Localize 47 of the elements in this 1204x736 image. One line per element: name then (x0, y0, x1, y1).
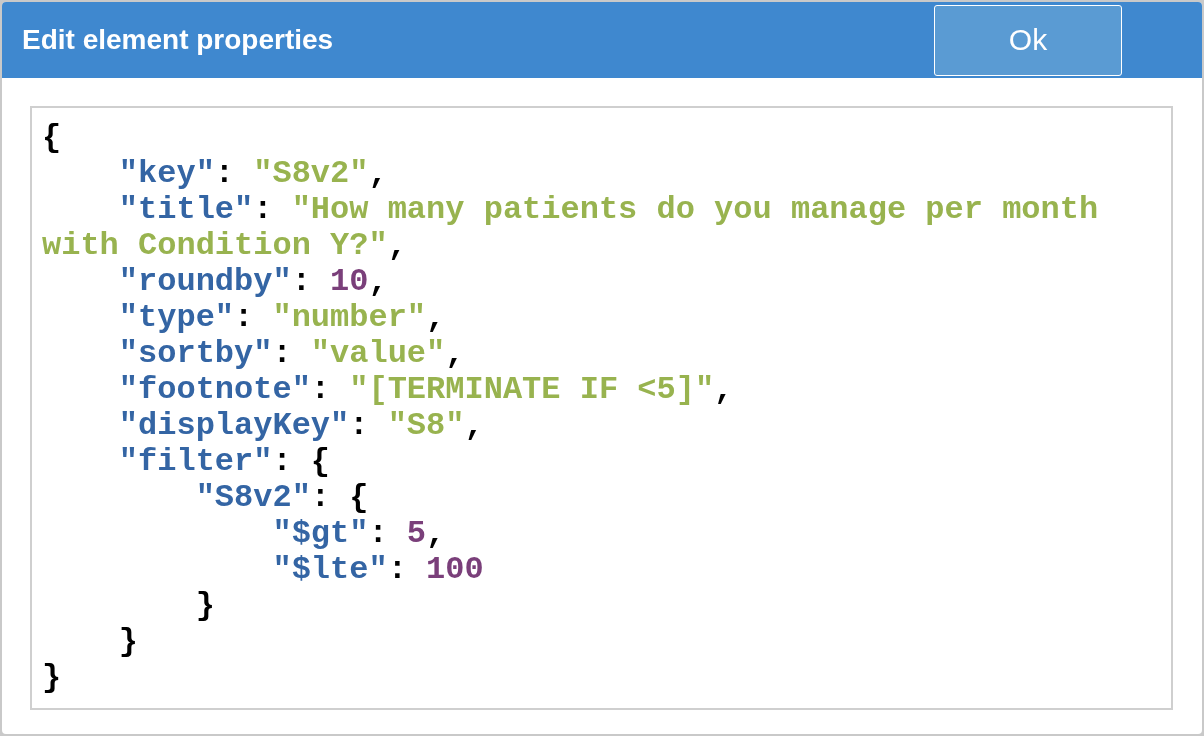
json-key: "$gt" (42, 515, 369, 552)
json-string: "S8" (387, 407, 465, 444)
json-string: "S8v2" (253, 155, 369, 192)
json-key: "S8v2" (42, 479, 311, 516)
json-punctuation: : (387, 551, 408, 588)
json-punctuation: : (291, 263, 312, 300)
json-punctuation: : (214, 155, 236, 192)
json-punctuation: } (42, 659, 62, 696)
json-string: "number" (272, 299, 427, 336)
json-key: "title" (42, 191, 254, 228)
json-punctuation: : { (272, 443, 331, 480)
json-string: "[TERMINATE IF <5]" (349, 371, 715, 408)
json-punctuation: , (368, 263, 388, 300)
json-key: "type" (42, 299, 235, 336)
json-string: "value" (310, 335, 446, 372)
json-punctuation: } (117, 623, 138, 660)
json-key: "roundby" (42, 263, 292, 300)
json-punctuation: , (426, 515, 446, 552)
json-punctuation: , (426, 299, 446, 336)
json-punctuation: : (272, 335, 293, 372)
json-key: "footnote" (42, 371, 311, 408)
json-punctuation: , (368, 155, 388, 192)
json-punctuation: : (234, 299, 255, 336)
json-number: 10 (330, 263, 369, 300)
dialog-title: Edit element properties (22, 24, 334, 56)
json-punctuation: , (464, 407, 484, 444)
json-key: "displayKey" (42, 407, 350, 444)
json-number: 100 (426, 551, 484, 588)
json-punctuation: : (368, 515, 389, 552)
json-punctuation: : (253, 191, 274, 228)
json-punctuation: } (194, 587, 215, 624)
json-punctuation: , (714, 371, 734, 408)
json-string: "How many patients do you manage per month (291, 191, 1099, 228)
ok-button[interactable]: Ok (934, 4, 1122, 76)
code-editor[interactable] (30, 106, 1173, 710)
json-punctuation: : (310, 371, 332, 408)
json-key: "sortby" (42, 335, 273, 372)
json-string: with Condition Y?" (42, 227, 388, 264)
json-punctuation: { (42, 119, 62, 156)
json-key: "filter" (42, 443, 273, 480)
json-key: "$lte" (42, 551, 388, 588)
json-punctuation: : { (310, 479, 369, 516)
json-punctuation: , (387, 227, 407, 264)
json-punctuation: : (349, 407, 370, 444)
json-key: "key" (42, 155, 215, 192)
json-punctuation: , (445, 335, 465, 372)
json-number: 5 (406, 515, 427, 552)
